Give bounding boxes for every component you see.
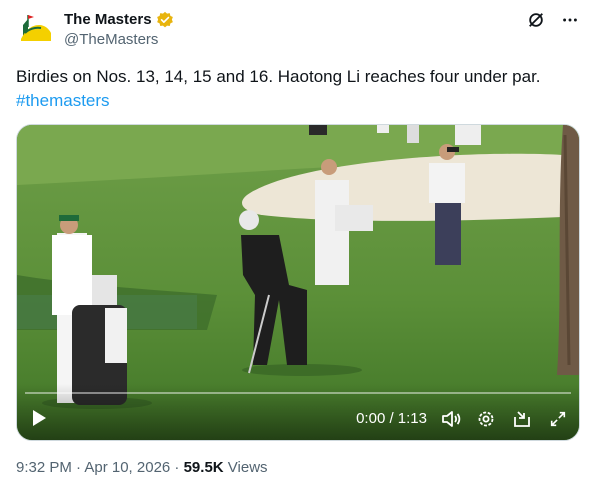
tweet-header: The Masters @TheMasters bbox=[16, 8, 580, 52]
fullscreen-icon[interactable] bbox=[547, 408, 569, 430]
volume-icon[interactable] bbox=[440, 408, 462, 430]
tweet-text: Birdies on Nos. 13, 14, 15 and 16. Haoto… bbox=[16, 65, 580, 113]
settings-icon[interactable] bbox=[475, 408, 497, 430]
tweet-body: Birdies on Nos. 13, 14, 15 and 16. Haoto… bbox=[16, 67, 541, 86]
video-progress-bar[interactable] bbox=[25, 392, 571, 394]
video-controls: 0:00 / 1:13 bbox=[17, 384, 579, 440]
popout-icon[interactable] bbox=[511, 408, 533, 430]
views-count[interactable]: 59.5K bbox=[184, 459, 224, 476]
display-name[interactable]: The Masters bbox=[64, 10, 152, 30]
avatar[interactable] bbox=[16, 10, 56, 50]
verified-badge-icon[interactable] bbox=[156, 11, 174, 29]
play-icon[interactable] bbox=[29, 408, 49, 428]
account-handle[interactable]: @TheMasters bbox=[64, 30, 174, 50]
masters-logo-icon bbox=[21, 15, 51, 41]
timestamp[interactable]: 9:32 PM · Apr 10, 2026 · bbox=[16, 459, 184, 476]
more-icon[interactable] bbox=[560, 10, 580, 30]
video-time: 0:00 / 1:13 bbox=[356, 410, 427, 427]
hashtag-link[interactable]: #themasters bbox=[16, 91, 110, 110]
views-label: Views bbox=[223, 459, 268, 476]
grok-icon[interactable] bbox=[526, 10, 546, 30]
tweet-meta: 9:32 PM · Apr 10, 2026 · 59.5K Views bbox=[16, 458, 268, 478]
video-player[interactable]: 0:00 / 1:13 bbox=[16, 124, 580, 441]
